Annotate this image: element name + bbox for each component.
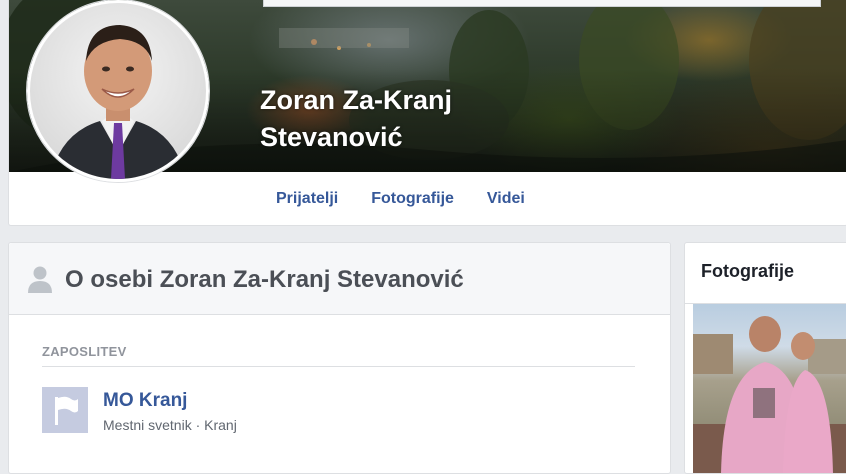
profile-name-line1: Zoran Za-Kranj <box>260 85 453 115</box>
profile-tabs: Prijatelji Fotografije Videi <box>276 178 558 222</box>
tab-videos[interactable]: Videi <box>487 178 542 222</box>
photo-image <box>693 316 846 473</box>
photo-thumbnail[interactable] <box>693 304 846 473</box>
person-icon <box>28 266 52 293</box>
photos-title[interactable]: Fotografije <box>701 261 794 282</box>
tab-photos[interactable]: Fotografije <box>371 178 471 222</box>
about-card: O osebi Zoran Za-Kranj Stevanović ZAPOSL… <box>8 242 671 474</box>
about-title[interactable]: O osebi Zoran Za-Kranj Stevanović <box>65 266 464 294</box>
avatar-image <box>50 25 186 179</box>
employer-logo[interactable] <box>42 387 88 433</box>
section-label-employment: ZAPOSLITEV <box>42 344 127 359</box>
tab-friends[interactable]: Prijatelji <box>276 178 355 222</box>
flag-icon <box>55 396 78 425</box>
about-header: O osebi Zoran Za-Kranj Stevanović <box>9 243 670 315</box>
profile-name[interactable]: Zoran Za-Kranj Stevanović <box>260 82 520 156</box>
profile-avatar[interactable] <box>27 0 209 182</box>
employer-link[interactable]: MO Kranj <box>103 390 187 412</box>
profile-name-line2: Stevanović <box>260 122 403 152</box>
employer-details: Mestni svetnik · Kranj <box>103 417 237 433</box>
divider <box>42 366 635 367</box>
cover-top-bar <box>263 0 821 7</box>
photos-card: Fotografije <box>684 242 846 474</box>
